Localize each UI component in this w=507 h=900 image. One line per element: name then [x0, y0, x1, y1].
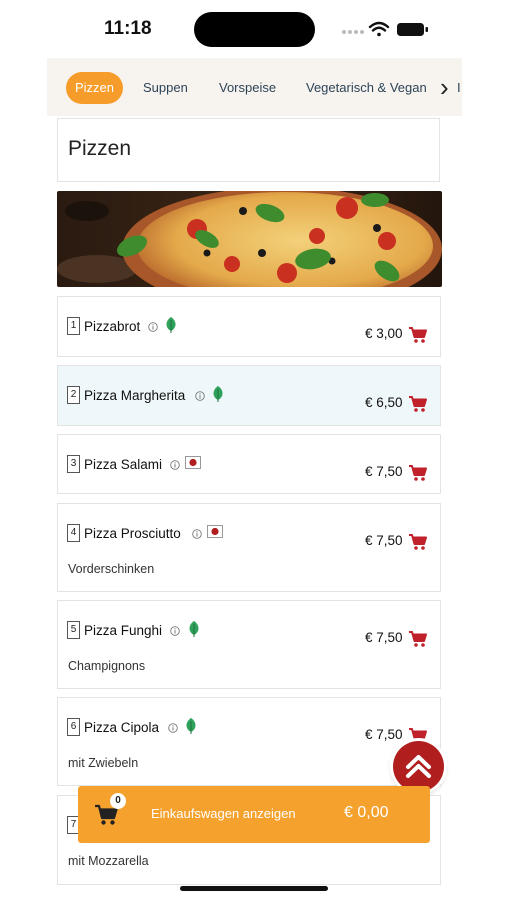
item-name: Pizza Margherita: [84, 388, 186, 403]
add-to-cart-icon[interactable]: [408, 464, 428, 482]
list-item-pizza-prosciutto[interactable]: 4 Pizza Prosciutto Vorderschinken € 7,50: [57, 503, 441, 592]
signal-icon: [342, 30, 364, 34]
item-name: Pizza Cipola: [84, 720, 160, 735]
leaf-icon: [166, 317, 176, 333]
double-chevron-up-icon: [406, 755, 431, 778]
leaf-icon: [189, 621, 199, 637]
cart-total: € 0,00: [344, 804, 389, 821]
tab-pizzen[interactable]: Pizzen: [66, 72, 124, 104]
tab-suppen[interactable]: Suppen: [143, 72, 188, 104]
leaf-icon: [186, 718, 196, 734]
meat-icon: [207, 525, 223, 538]
info-icon[interactable]: [195, 391, 205, 401]
list-item-pizzabrot[interactable]: 1 Pizzabrot € 3,00: [57, 296, 441, 357]
wifi-icon: [368, 21, 390, 37]
add-to-cart-icon[interactable]: [408, 395, 428, 413]
category-header: Pizzen: [57, 118, 440, 182]
tab-vegetarisch-vegan[interactable]: Vegetarisch & Vegan: [306, 72, 427, 104]
list-item-pizza-funghi[interactable]: 5 Pizza Funghi Champignons € 7,50: [57, 600, 441, 689]
battery-icon: [397, 23, 428, 36]
item-number: 1: [67, 317, 80, 335]
tab-next-clipped[interactable]: I: [457, 72, 461, 104]
category-tab-bar: Pizzen Suppen Vorspeise Vegetarisch & Ve…: [47, 58, 462, 116]
item-name: Pizza Funghi: [84, 623, 163, 638]
item-price: € 7,50: [365, 464, 403, 479]
item-name: Pizza Prosciutto: [84, 526, 181, 541]
item-number: 5: [67, 621, 80, 639]
item-description: Vorderschinken: [68, 562, 155, 576]
meat-icon: [185, 456, 201, 469]
info-icon[interactable]: [192, 529, 202, 539]
list-item-pizza-salami[interactable]: 3 Pizza Salami € 7,50: [57, 434, 441, 494]
item-number: 6: [67, 718, 80, 736]
item-name: Pizzabrot: [84, 319, 141, 334]
item-price: € 3,00: [365, 326, 403, 341]
item-description: Champignons: [68, 659, 146, 673]
leaf-icon: [213, 386, 223, 402]
list-item-pizza-margherita[interactable]: 2 Pizza Margherita € 6,50: [57, 365, 441, 426]
item-number: 4: [67, 524, 80, 542]
status-icons: [342, 21, 428, 37]
item-price: € 7,50: [365, 630, 403, 645]
dynamic-island: [194, 12, 315, 47]
add-to-cart-icon[interactable]: [408, 326, 428, 344]
tab-vorspeise[interactable]: Vorspeise: [219, 72, 276, 104]
item-name: Pizza Salami: [84, 457, 163, 472]
item-description: mit Zwiebeln: [68, 756, 139, 770]
item-price: € 7,50: [365, 727, 403, 742]
info-icon[interactable]: [170, 460, 180, 470]
item-price: € 7,50: [365, 533, 403, 548]
list-item-pizza-cipola[interactable]: 6 Pizza Cipola mit Zwiebeln € 7,50: [57, 697, 441, 786]
pizza-photo: [57, 191, 442, 287]
chevron-right-icon[interactable]: ›: [440, 72, 449, 102]
item-number: 2: [67, 386, 80, 404]
info-icon[interactable]: [170, 626, 180, 636]
item-number: 3: [67, 455, 80, 473]
item-description: mit Mozzarella: [68, 854, 149, 868]
cart-label: Einkaufswagen anzeigen: [151, 806, 296, 821]
info-icon[interactable]: [168, 723, 178, 733]
category-title: Pizzen: [68, 137, 132, 160]
view-cart-button[interactable]: 0 Einkaufswagen anzeigen € 0,00: [78, 786, 430, 843]
info-icon[interactable]: [148, 322, 158, 332]
home-indicator[interactable]: [180, 886, 328, 891]
cart-count-badge: 0: [110, 793, 126, 809]
add-to-cart-icon[interactable]: [408, 533, 428, 551]
scroll-to-top-button[interactable]: [393, 741, 444, 792]
item-price: € 6,50: [365, 395, 403, 410]
add-to-cart-icon[interactable]: [408, 630, 428, 648]
status-time: 11:18: [104, 18, 152, 39]
status-bar: 11:18: [0, 0, 507, 58]
